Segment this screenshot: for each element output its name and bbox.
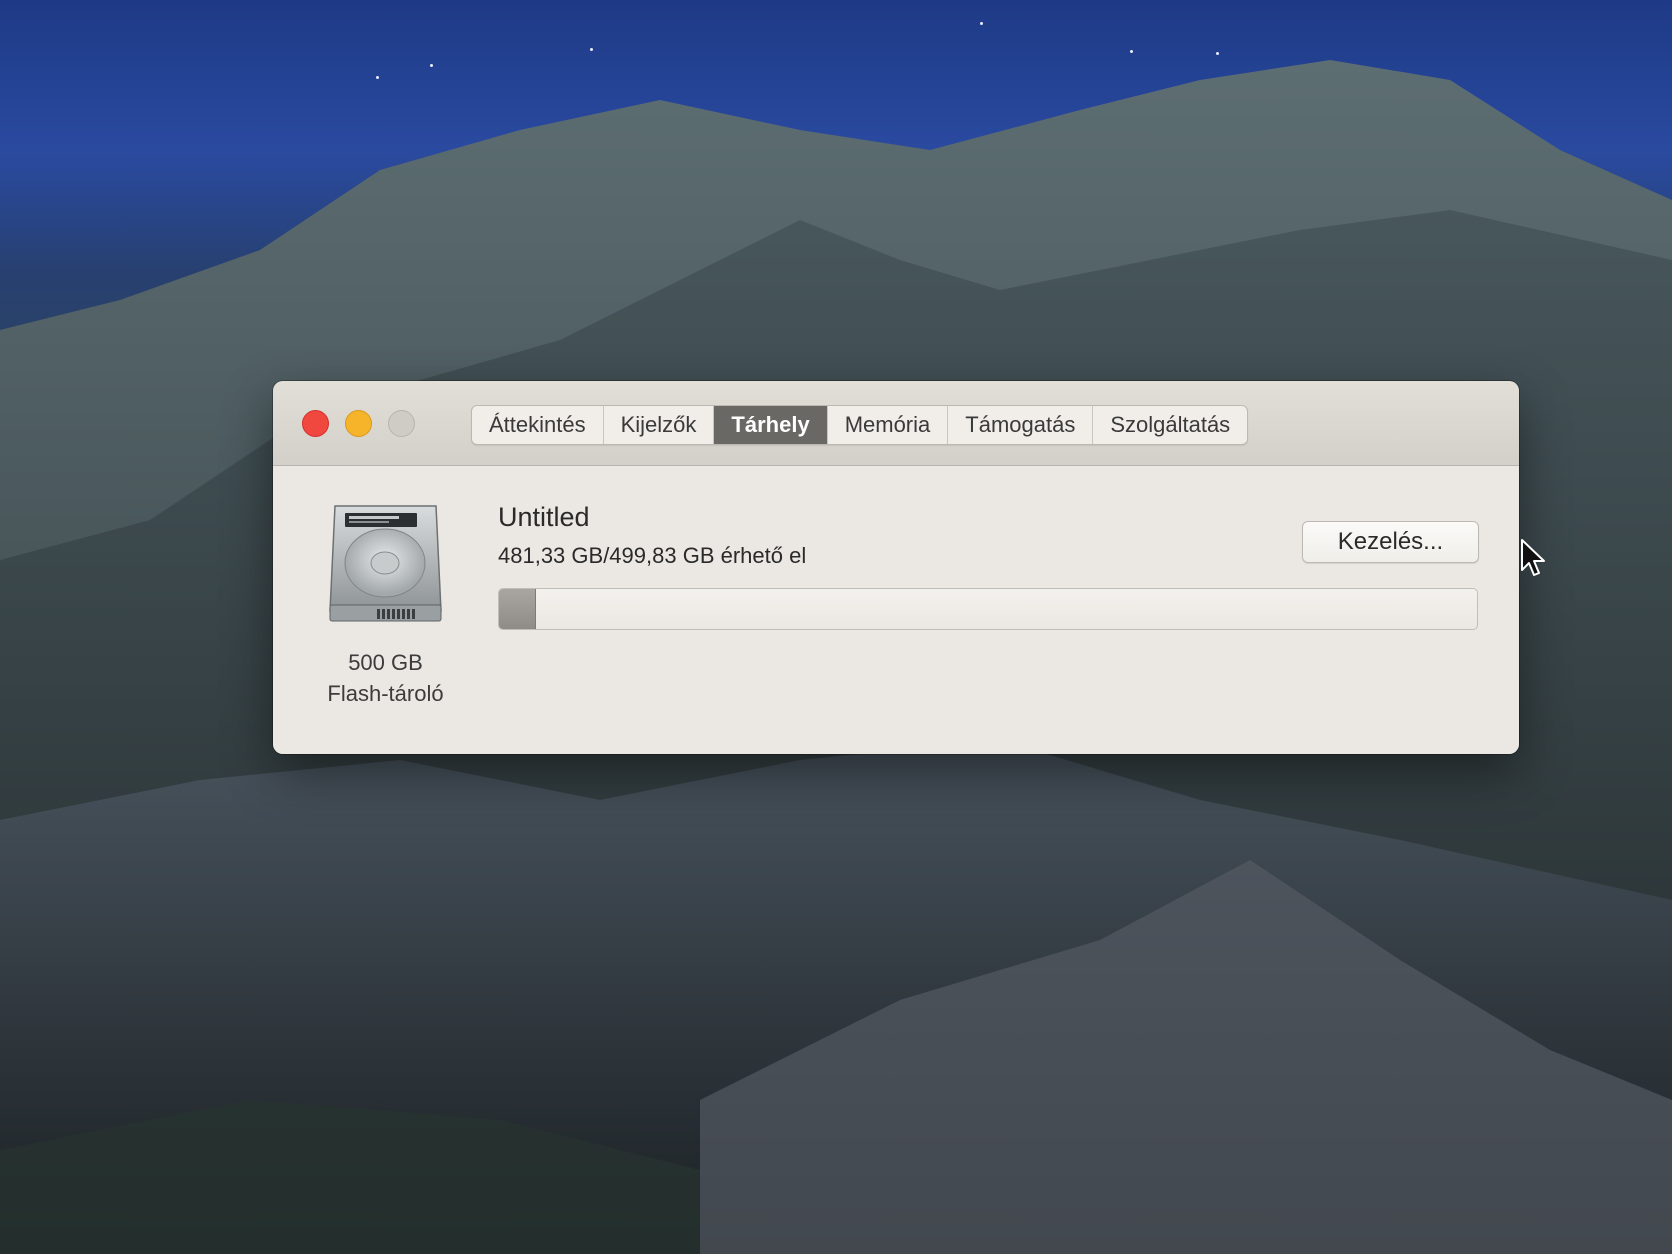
- tab-support[interactable]: Támogatás: [948, 406, 1094, 444]
- zoom-button[interactable]: [388, 410, 415, 437]
- volume-name: Untitled: [498, 502, 590, 532]
- window-titlebar: Áttekintés Kijelzők Tárhely Memória Támo…: [273, 381, 1519, 466]
- disk-type-label: Flash-tároló: [327, 681, 444, 706]
- tab-overview[interactable]: Áttekintés: [472, 406, 604, 444]
- disk-size-label: 500 GB: [348, 650, 423, 675]
- close-button[interactable]: [302, 410, 329, 437]
- tab-service[interactable]: Szolgáltatás: [1093, 406, 1247, 444]
- storage-usage-bar: [498, 588, 1478, 630]
- tab-storage[interactable]: Tárhely: [714, 406, 828, 444]
- manage-button[interactable]: Kezelés...: [1302, 521, 1479, 563]
- minimize-button[interactable]: [345, 410, 372, 437]
- storage-panel: 500 GB Flash-tároló Untitled 481,33 GB/4…: [273, 466, 1519, 754]
- tab-memory[interactable]: Memória: [828, 406, 949, 444]
- mouse-pointer-icon: [1521, 539, 1545, 576]
- about-this-mac-window: Áttekintés Kijelzők Tárhely Memória Támo…: [273, 381, 1519, 754]
- desktop-background: Áttekintés Kijelzők Tárhely Memória Támo…: [0, 0, 1672, 1254]
- available-space-text: 481,33 GB/499,83 GB érhető el: [498, 543, 807, 568]
- tab-displays[interactable]: Kijelzők: [604, 406, 715, 444]
- tab-bar: Áttekintés Kijelzők Tárhely Memória Támo…: [471, 405, 1249, 445]
- storage-used-segment: [499, 589, 537, 629]
- hard-drive-icon: [329, 505, 442, 622]
